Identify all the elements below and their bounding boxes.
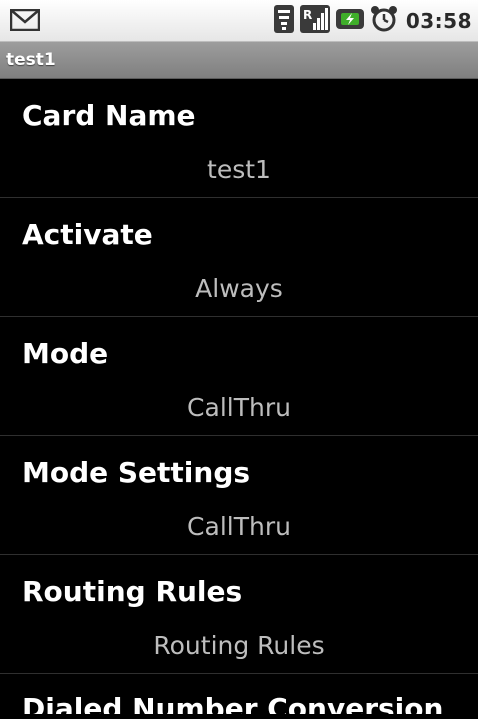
gmail-icon[interactable] <box>9 8 41 32</box>
pref-routing-rules[interactable]: Routing Rules Routing Rules <box>0 555 478 674</box>
signal-icon: R <box>299 5 330 37</box>
pref-summary: CallThru <box>187 512 291 541</box>
status-bar: R 03:58 <box>0 0 478 42</box>
preference-list: Card Name test1 Activate Always Mode Cal… <box>0 79 478 714</box>
pref-dialed-number-conversion[interactable]: Dialed Number Conversion <box>0 674 478 714</box>
alarm-icon <box>370 5 398 37</box>
pref-title: Dialed Number Conversion <box>22 692 444 714</box>
pref-title: Mode Settings <box>22 456 251 489</box>
pref-summary: CallThru <box>187 393 291 422</box>
pref-title: Routing Rules <box>22 575 243 608</box>
wifi-icon <box>273 5 294 37</box>
title-bar: test1 <box>0 42 478 79</box>
pref-summary: test1 <box>207 155 271 184</box>
status-time: 03:58 <box>405 9 472 33</box>
pref-activate[interactable]: Activate Always <box>0 198 478 317</box>
pref-mode[interactable]: Mode CallThru <box>0 317 478 436</box>
pref-title: Mode <box>22 337 109 370</box>
pref-summary: Always <box>195 274 283 303</box>
pref-card-name[interactable]: Card Name test1 <box>0 79 478 198</box>
pref-mode-settings[interactable]: Mode Settings CallThru <box>0 436 478 555</box>
pref-title: Activate <box>22 218 153 251</box>
pref-summary: Routing Rules <box>153 631 325 660</box>
svg-text:R: R <box>303 8 312 22</box>
status-icons: R 03:58 <box>273 0 472 42</box>
pref-title: Card Name <box>22 99 196 132</box>
battery-icon <box>335 7 364 35</box>
page-title: test1 <box>6 50 56 70</box>
